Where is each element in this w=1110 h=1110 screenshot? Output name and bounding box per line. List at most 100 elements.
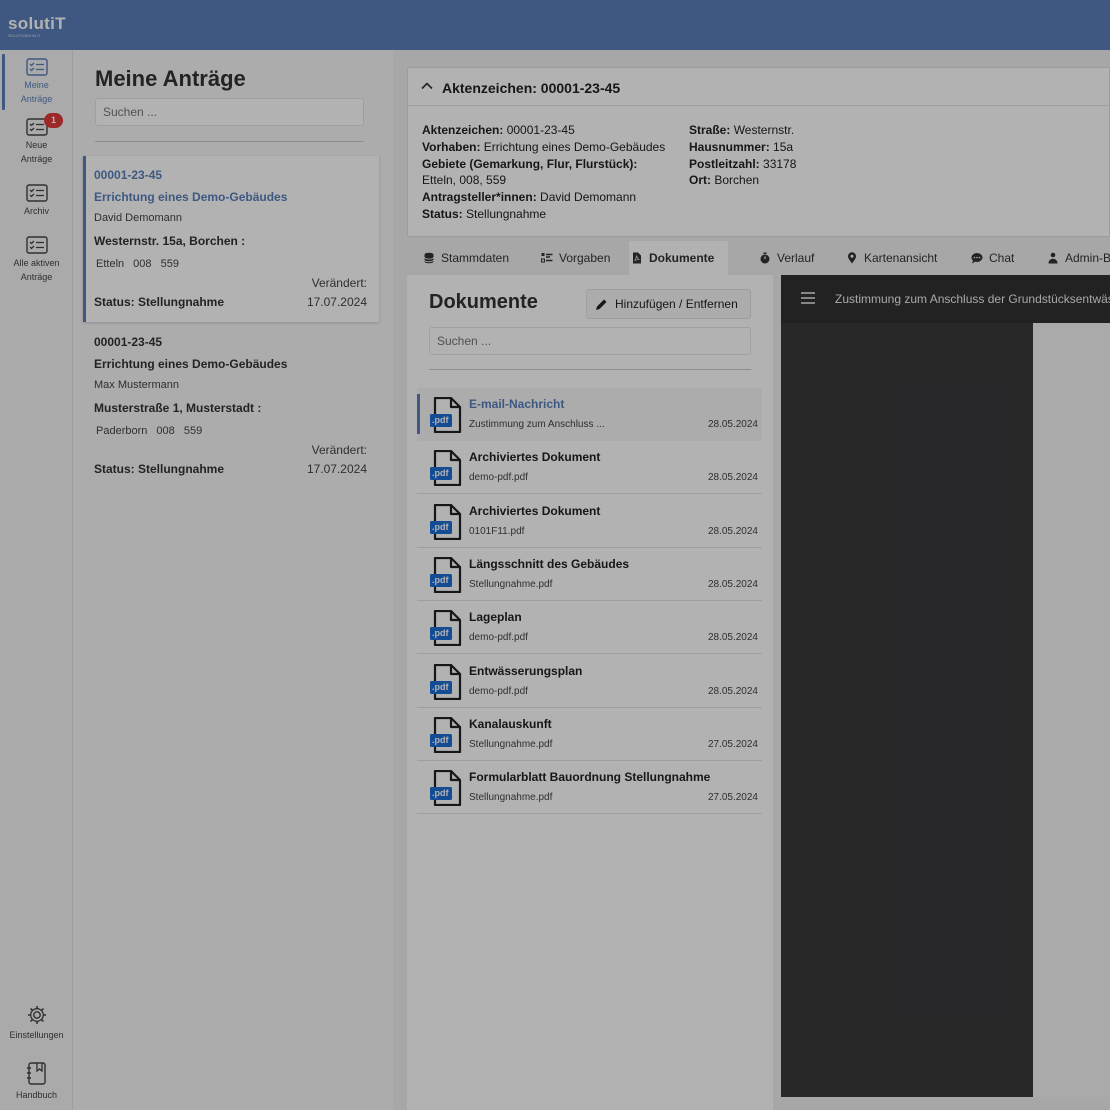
documents-panel: Dokumente Hinzufügen / Entfernen .pdf E-m… (407, 275, 773, 1110)
document-list-item[interactable]: .pdf E-mail-Nachricht Zustimmung zum Ansch… (417, 388, 762, 441)
nav-label-line1: Alle aktiven (13, 258, 60, 268)
tab-vorgaben[interactable]: Vorgaben (539, 241, 610, 275)
database-icon (424, 252, 434, 264)
tab-chat[interactable]: Chat (969, 241, 1014, 275)
document-date: 28.05.2024 (707, 525, 758, 537)
pdf-badge-label: .pdf (432, 521, 449, 532)
app-logo[interactable]: solutiT SOLUTIONS IN IT (8, 14, 66, 38)
info-row: Straße: Westernstr. (689, 122, 889, 139)
pdf-file-icon: .pdf (429, 503, 463, 545)
main-navigation: Meine Anträge 1 Neue Anträge Archiv Alle… (0, 50, 73, 1110)
gear-icon (27, 1006, 46, 1024)
info-value: Westernstr. (733, 123, 795, 137)
nav-item-alle-aktiven-antraege[interactable]: Alle aktiven Anträge (0, 236, 73, 284)
case-info-left: Aktenzeichen: 00001-23-45 Vorhaben: Erri… (422, 122, 697, 223)
document-date: 27.05.2024 (707, 792, 758, 804)
top-bar: solutiT SOLUTIONS IN IT (0, 0, 1110, 50)
application-card[interactable]: 00001-23-45 Errichtung eines Demo-Gebäud… (83, 156, 379, 322)
tab-label: Stammdaten (441, 251, 510, 265)
pdf-badge-label: .pdf (432, 468, 449, 479)
card-parcel: Paderborn 008 559 (96, 425, 203, 437)
document-list-item[interactable]: .pdf Lageplan demo-pdf.pdf 28.05.2024 (417, 601, 762, 655)
pdf-badge-label: .pdf (432, 788, 449, 799)
document-list-item[interactable]: .pdf Kanalauskunft Stellungnahme.pdf 27.05.… (417, 708, 762, 761)
pdf-page[interactable] (1033, 323, 1110, 1097)
document-file: 0101F11.pdf (469, 525, 525, 537)
nav-label-line2: Anträge (20, 154, 53, 164)
tab-stammdaten[interactable]: Stammdaten (421, 241, 509, 275)
pdf-badge-label: .pdf (432, 574, 449, 585)
info-value: 00001-23-45 (506, 123, 575, 137)
info-label: Ort: (689, 173, 711, 188)
checklist-icon (25, 58, 48, 76)
nav-item-einstellungen[interactable]: Einstellungen (0, 1004, 73, 1042)
add-remove-documents-button[interactable]: Hinzufügen / Entfernen (586, 289, 751, 319)
chevron-up-icon[interactable] (420, 79, 434, 93)
pdf-badge-label: .pdf (432, 415, 449, 425)
info-row: Hausnummer: 15a (689, 139, 889, 156)
tab-label: Admin-Bereich (1065, 251, 1110, 265)
pdf-file-icon: .pdf (429, 556, 463, 598)
document-list-item[interactable]: .pdf Archiviertes Dokument demo-pdf.pdf 28.… (417, 441, 762, 495)
divider (429, 369, 751, 370)
info-value: 33178 (763, 156, 797, 171)
nav-label-line1: Meine (24, 80, 49, 90)
card-changed-label: Verändert: (311, 443, 367, 457)
document-name: Archiviertes Dokument (469, 503, 601, 518)
info-label: Status: (422, 206, 463, 221)
case-info-right: Straße: Westernstr. Hausnummer: 15a Post… (689, 122, 889, 189)
document-name: E-mail-Nachricht (469, 397, 565, 411)
info-label: Gebiete (Gemarkung, Flur, Flurstück): (422, 156, 638, 171)
info-value: Borchen (714, 173, 760, 188)
tab-admin-bereich[interactable]: Admin-Bereich (1045, 241, 1110, 275)
file-pdf-icon (633, 252, 641, 264)
card-person: David Demomann (94, 212, 183, 224)
pdf-file-icon: .pdf (429, 663, 463, 705)
document-list-item[interactable]: .pdf Längsschnitt des Gebäudes Stellungnah… (417, 548, 762, 601)
tab-label: Vorgaben (559, 251, 611, 265)
detail-tabs: Stammdaten Vorgaben Dokumente Verlauf Ka… (407, 241, 1110, 275)
menu-icon[interactable] (801, 292, 815, 304)
tab-label: Dokumente (649, 251, 715, 265)
application-detail: Aktenzeichen: 00001-23-45 Aktenzeichen: … (393, 50, 1110, 1110)
pdf-viewer-title: Zustimmung zum Anschluss der Grundstücks… (835, 292, 1110, 306)
info-value: 15a (773, 139, 794, 154)
document-file: Stellungnahme.pdf (469, 738, 553, 750)
tab-label: Kartenansicht (864, 251, 938, 265)
pdf-file-icon: .pdf (429, 716, 463, 758)
document-list-item[interactable]: .pdf Archiviertes Dokument 0101F11.pdf 28.0… (417, 495, 762, 548)
nav-label-line1: Neue (25, 140, 48, 150)
nav-item-handbuch[interactable]: Handbuch (0, 1062, 73, 1102)
tab-dokumente[interactable]: Dokumente (629, 241, 729, 275)
document-list-item[interactable]: .pdf Formularblatt Bauordnung Stellungnah… (417, 761, 762, 815)
pdf-file-icon: .pdf (429, 769, 463, 811)
nav-label-line2: Anträge (20, 94, 53, 104)
info-label: Antragsteller*innen: (422, 190, 537, 205)
info-row: Gebiete (Gemarkung, Flur, Flurstück): (422, 156, 697, 173)
stopwatch-icon (760, 252, 770, 264)
application-list-panel: Meine Anträge 00001-23-45 Errichtung ein… (73, 50, 393, 1110)
document-file: demo-pdf.pdf (469, 632, 528, 644)
notebook-icon (26, 1062, 46, 1085)
nav-item-meine-antraege[interactable]: Meine Anträge (0, 54, 73, 110)
pdf-badge-label: .pdf (432, 681, 449, 692)
tab-kartenansicht[interactable]: Kartenansicht (844, 241, 937, 275)
document-search-input[interactable] (429, 327, 751, 355)
document-list-item[interactable]: .pdf Entwässerungsplan demo-pdf.pdf 28.05.2… (417, 655, 762, 708)
case-summary-header[interactable]: Aktenzeichen: 00001-23-45 (408, 68, 1109, 106)
card-number: 00001-23-45 (94, 335, 163, 349)
application-search-input[interactable] (95, 98, 364, 126)
button-label: Hinzufügen / Entfernen (615, 297, 738, 311)
document-file: Stellungnahme.pdf (469, 792, 553, 804)
card-status: Status: Stellungnahme (94, 462, 225, 476)
document-name: Entwässerungsplan (469, 663, 583, 678)
card-parcel: Etteln 008 559 (96, 258, 179, 270)
nav-item-archiv[interactable]: Archiv (0, 184, 73, 218)
info-value: Stellungnahme (466, 206, 547, 221)
document-name: Archiviertes Dokument (469, 450, 601, 465)
document-file: Zustimmung zum Anschluss ... (469, 419, 605, 430)
application-card[interactable]: 00001-23-45 Errichtung eines Demo-Gebäud… (83, 323, 379, 489)
nav-item-neue-antraege[interactable]: 1 Neue Anträge (0, 113, 73, 166)
tab-verlauf[interactable]: Verlauf (757, 241, 814, 275)
chat-bubble-icon (971, 253, 983, 264)
